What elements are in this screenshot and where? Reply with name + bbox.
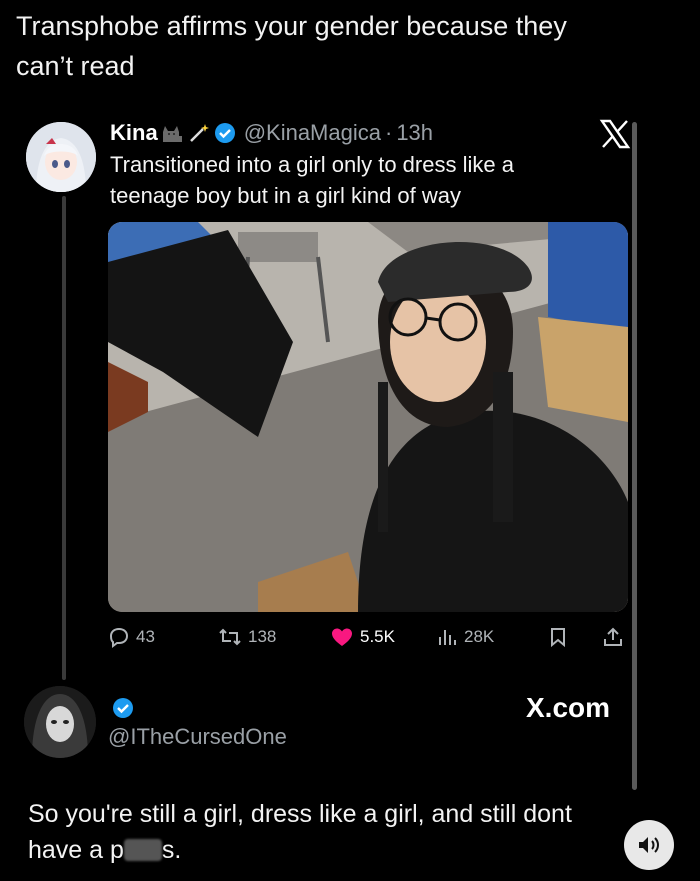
thread-connector xyxy=(62,196,66,680)
reply-author-handle[interactable]: @ITheCursedOne xyxy=(108,724,287,750)
views-count: 28K xyxy=(464,627,495,646)
like-icon xyxy=(332,628,352,646)
tweet-action-bar: 43 138 5.5K 28K xyxy=(108,620,632,654)
hooded-figure-image xyxy=(24,686,96,758)
caption-line-1: Transphobe affirms your gender because t… xyxy=(16,11,567,41)
views-icon xyxy=(439,630,456,645)
reply-count: 43 xyxy=(136,627,155,646)
author-handle[interactable]: @KinaMagica xyxy=(244,117,381,149)
like-action[interactable]: 5.5K xyxy=(330,620,395,654)
post-caption: Transphobe affirms your gender because t… xyxy=(16,6,676,86)
censored-word xyxy=(123,839,162,861)
reply-text-line-2-end: s. xyxy=(161,836,182,864)
sound-icon xyxy=(639,837,659,853)
verified-badge-icon xyxy=(113,698,133,718)
reply-text: So you're still a girl, dress like a gir… xyxy=(28,796,618,868)
x-com-watermark: X.com xyxy=(526,692,611,723)
like-count: 5.5K xyxy=(360,627,395,646)
scrollbar[interactable] xyxy=(632,122,637,790)
tweet-text: Transitioned into a girl only to dress l… xyxy=(110,152,514,208)
bookmark-action[interactable] xyxy=(548,620,574,654)
bookmark-icon xyxy=(551,628,565,648)
selfie-image xyxy=(108,222,628,612)
author-name[interactable]: Kina xyxy=(110,117,158,149)
dot-separator: · xyxy=(384,120,393,145)
sound-button[interactable] xyxy=(624,820,674,870)
caption-line-2: can’t read xyxy=(16,51,135,81)
repost-icon xyxy=(219,628,241,646)
verified-badge-icon xyxy=(214,122,236,144)
cursedone-avatar[interactable] xyxy=(24,686,96,758)
reply-icon xyxy=(109,627,129,648)
cat-emoji-icon xyxy=(160,122,184,144)
views-action[interactable]: 28K xyxy=(436,620,494,654)
magic-wand-emoji-icon xyxy=(188,122,210,144)
tweet-time[interactable]: 13h xyxy=(396,117,433,149)
share-icon xyxy=(604,627,622,646)
reply-action[interactable]: 43 xyxy=(108,620,155,654)
tweet-header: Kina @KinaMagica · 13h xyxy=(110,117,433,149)
repost-action[interactable]: 138 xyxy=(218,620,276,654)
tweet-photo[interactable] xyxy=(108,222,628,612)
anime-avatar-image xyxy=(26,122,96,192)
reply-text-line-1: So you're still a girl, dress like a gir… xyxy=(28,800,572,828)
repost-count: 138 xyxy=(248,627,277,646)
x-logo-icon[interactable] xyxy=(598,117,632,151)
share-action[interactable] xyxy=(602,620,630,654)
kina-avatar[interactable] xyxy=(26,122,96,192)
reply-text-line-2-start: have a p xyxy=(28,836,124,864)
